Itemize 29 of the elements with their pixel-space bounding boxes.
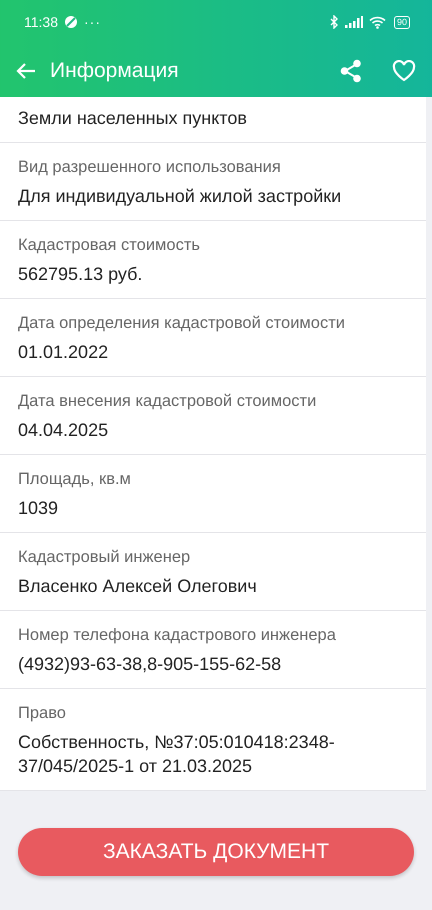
status-time: 11:38: [24, 14, 58, 30]
field-value: Собственность, №37:05:010418:2348-37/045/2025-1 от 21.03.2025: [18, 731, 336, 778]
field-value: 04.04.2025: [18, 419, 110, 442]
order-document-button[interactable]: ЗАКАЗАТЬ ДОКУМЕНТ: [18, 828, 414, 876]
field-value: 1039: [18, 497, 60, 520]
status-dots: ···: [84, 14, 101, 30]
back-icon[interactable]: [16, 62, 36, 80]
field-value: 562795.13 руб.: [18, 263, 144, 286]
field-label: Площадь, кв.м: [18, 469, 132, 490]
bluetooth-icon: [330, 15, 339, 29]
share-icon[interactable]: [340, 58, 362, 82]
field-label: Право: [18, 703, 67, 724]
wifi-icon: [368, 16, 386, 28]
field-label: Дата определения кадастровой стоимости: [18, 313, 346, 334]
field-label: Дата внесения кадастровой стоимости: [18, 391, 318, 412]
field-value: (4932)93-63-38,8-905-155-62-58: [18, 653, 282, 676]
field-label: Номер телефона кадастрового инженера: [18, 625, 337, 646]
field-value: Земли населенных пунктов: [18, 107, 248, 130]
field-value: 01.01.2022: [18, 341, 110, 364]
battery-indicator: 90: [394, 16, 410, 28]
field-label: Вид разрешенного использования: [18, 157, 282, 178]
field-value: Власенко Алексей Олегович: [18, 575, 258, 598]
field-label: Кадастровая стоимость: [18, 235, 201, 256]
signal-icon: [344, 16, 363, 28]
heart-icon[interactable]: [392, 60, 416, 82]
field-value: Для индивидуальной жилой застройки: [18, 185, 342, 208]
field-label: Кадастровый инженер: [18, 547, 192, 568]
status-app-icon: [64, 15, 78, 29]
screen-title: Информация: [50, 58, 179, 82]
